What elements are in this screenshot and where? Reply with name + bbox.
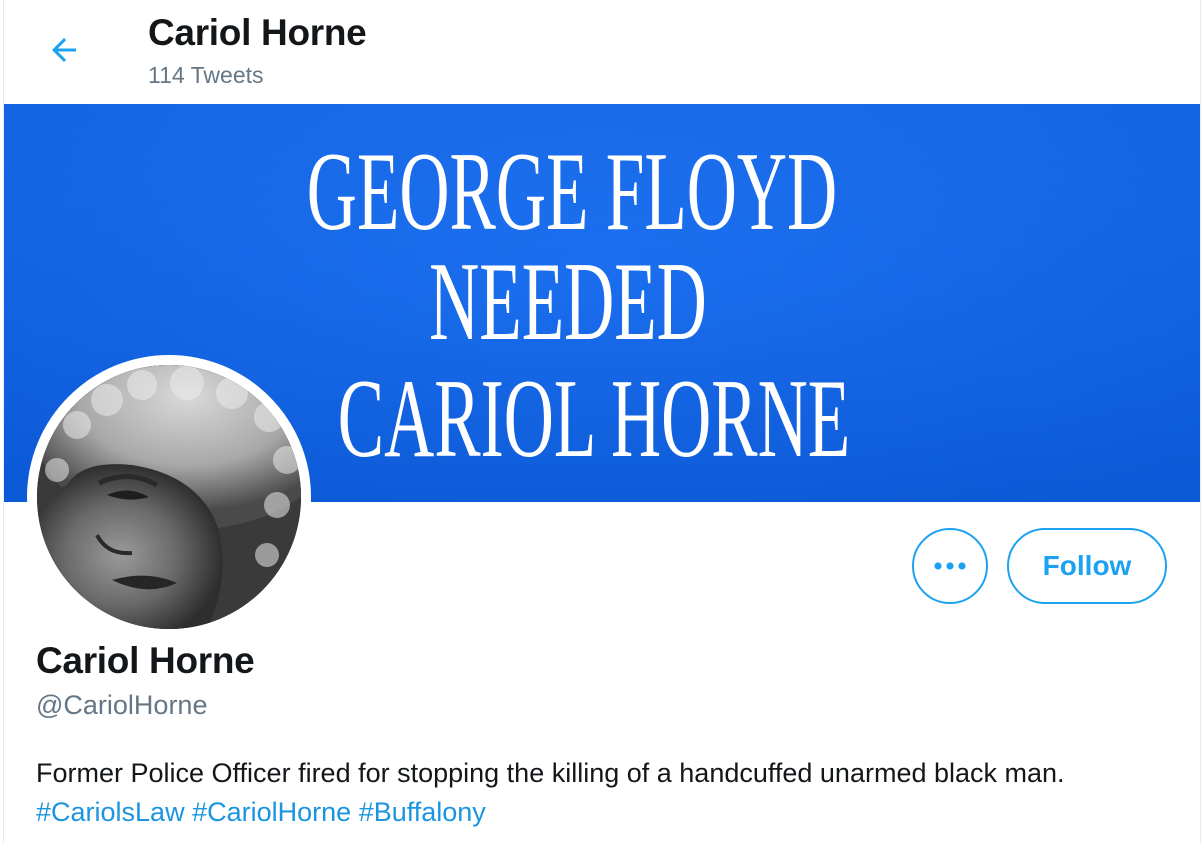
profile-bio: Former Police Officer fired for stopping… (36, 754, 1176, 832)
banner-line-1: GEORGE FLOYD (307, 130, 837, 254)
profile-page: Cariol Horne 114 Tweets GEORGE FLOYD NEE… (0, 0, 1204, 844)
hashtag-link[interactable]: #Buffalony (359, 797, 486, 827)
avatar-image (37, 365, 301, 629)
header-title: Cariol Horne (148, 12, 367, 53)
profile-handle: @CariolHorne (36, 690, 208, 720)
hashtag-link[interactable]: #CariolHorne (192, 797, 351, 827)
bio-text: Former Police Officer fired for stopping… (36, 758, 1065, 788)
more-options-button[interactable] (912, 528, 988, 604)
profile-name: Cariol Horne (36, 640, 255, 681)
hashtag-link[interactable]: #CariolsLaw (36, 797, 185, 827)
avatar[interactable] (37, 365, 301, 629)
more-horizontal-icon (934, 562, 966, 570)
tweet-count: 114 Tweets (148, 62, 264, 88)
follow-button[interactable]: Follow (1007, 528, 1167, 604)
banner-line-2: NEEDED (429, 240, 707, 364)
back-button[interactable] (36, 22, 92, 78)
profile-header: Cariol Horne 114 Tweets (4, 0, 1200, 104)
arrow-left-icon (52, 38, 76, 62)
banner-line-3: CARIOL HORNE (338, 357, 850, 481)
frame-divider-right (1200, 0, 1201, 844)
